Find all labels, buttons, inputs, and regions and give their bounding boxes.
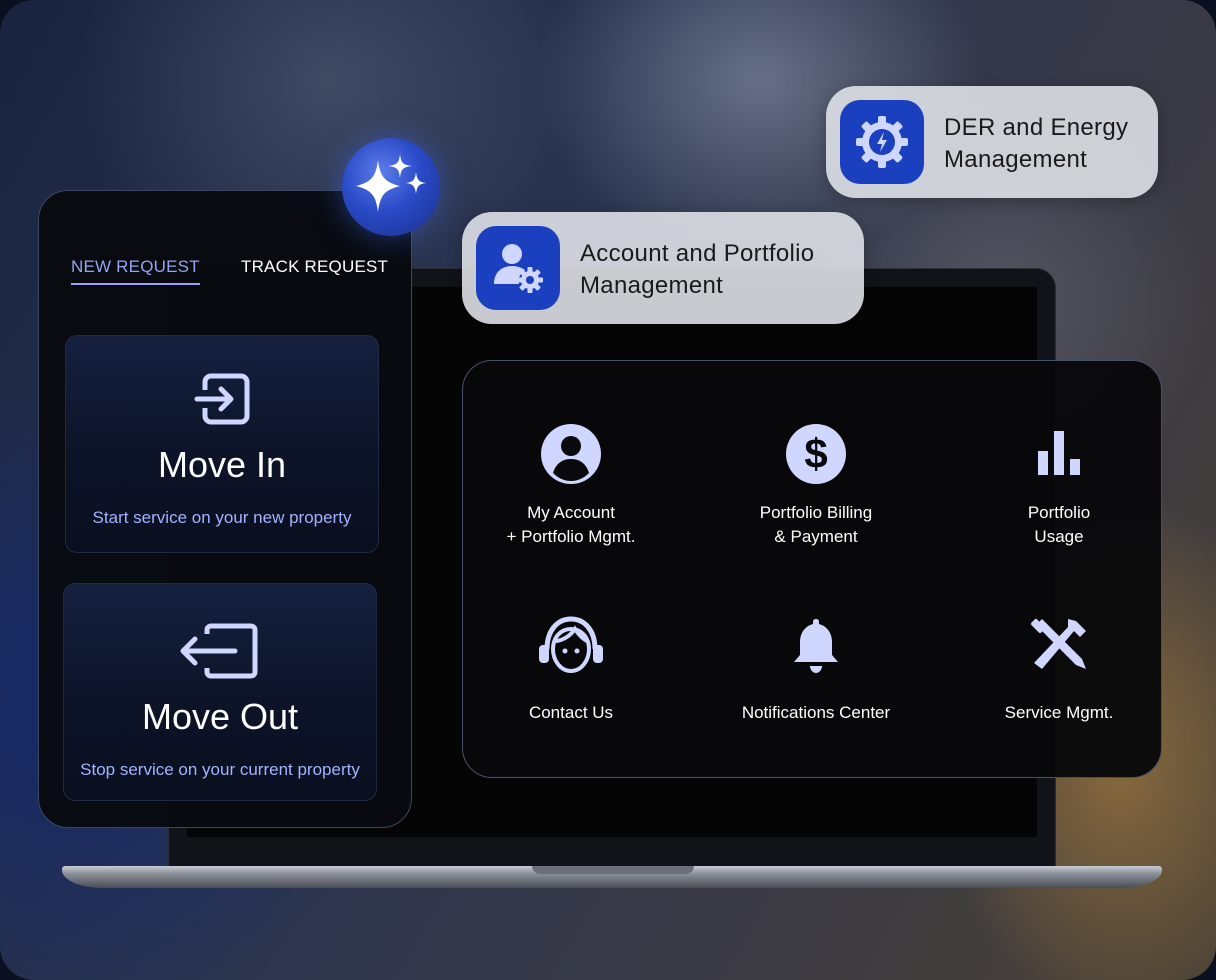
move-out-icon — [180, 623, 258, 679]
user-gear-icon — [476, 226, 560, 310]
menu-item-my-account[interactable]: My Account + Portfolio Mgmt. — [461, 423, 681, 549]
sparkle-icon — [356, 154, 426, 212]
tools-icon — [1031, 619, 1086, 669]
der-energy-label: DER and Energy Management — [944, 112, 1128, 176]
account-portfolio-label: Account and Portfolio Management — [580, 238, 814, 302]
move-in-card[interactable]: Move In Start service on your new proper… — [65, 335, 379, 553]
account-icon — [541, 424, 601, 484]
menu-item-contact-us[interactable]: Contact Us — [461, 615, 681, 725]
services-menu: My Account + Portfolio Mgmt. $ Portfolio… — [462, 360, 1162, 778]
usage-line2: Usage — [1034, 527, 1084, 546]
notifications-label: Notifications Center — [741, 703, 891, 722]
menu-item-label: My Account + Portfolio Mgmt. — [461, 501, 681, 549]
svg-text:$: $ — [804, 430, 827, 477]
headset-icon — [539, 616, 603, 674]
move-out-card[interactable]: Move Out Stop service on your current pr… — [63, 583, 377, 801]
account-portfolio-line2: Management — [580, 272, 724, 299]
move-out-title: Move Out — [141, 696, 299, 737]
laptop-notch — [532, 866, 694, 874]
menu-item-label: Portfolio Usage — [949, 501, 1169, 549]
tab-track-request[interactable]: TRACK REQUEST — [241, 257, 388, 283]
service-mgmt-label: Service Mgmt. — [1004, 703, 1114, 722]
move-in-icon — [194, 373, 250, 425]
dollar-icon: $ — [786, 424, 846, 484]
energy-gear-icon — [840, 100, 924, 184]
my-account-line2: + Portfolio Mgmt. — [506, 527, 636, 546]
phone-panel: NEW REQUEST TRACK REQUEST Move In Start … — [38, 190, 412, 828]
der-energy-pill[interactable]: DER and Energy Management — [826, 86, 1158, 198]
move-out-subtitle: Stop service on your current property — [80, 760, 360, 779]
menu-item-portfolio-billing[interactable]: $ Portfolio Billing & Payment — [706, 423, 926, 549]
account-portfolio-pill[interactable]: Account and Portfolio Management — [462, 212, 864, 324]
menu-item-portfolio-usage[interactable]: Portfolio Usage — [949, 423, 1169, 549]
menu-item-label: Portfolio Billing & Payment — [706, 501, 926, 549]
move-in-subtitle: Start service on your new property — [92, 508, 352, 527]
billing-line1: Portfolio Billing — [759, 503, 873, 522]
my-account-line1: My Account — [527, 503, 615, 522]
der-energy-line1: DER and Energy — [944, 114, 1129, 141]
ai-sparkle-button[interactable] — [342, 138, 440, 236]
bell-icon — [794, 619, 838, 673]
move-in-title: Move In — [157, 444, 287, 485]
tab-new-request[interactable]: NEW REQUEST — [71, 257, 200, 285]
der-energy-line2: Management — [944, 146, 1088, 173]
hero-canvas: NEW REQUEST TRACK REQUEST Move In Start … — [0, 0, 1216, 980]
bar-chart-icon — [1038, 431, 1080, 475]
menu-item-service-mgmt[interactable]: Service Mgmt. — [949, 615, 1169, 725]
contact-us-label: Contact Us — [528, 703, 614, 722]
usage-line1: Portfolio — [1027, 503, 1091, 522]
billing-line2: & Payment — [774, 527, 858, 546]
menu-item-notifications[interactable]: Notifications Center — [706, 615, 926, 725]
account-portfolio-line1: Account and Portfolio — [580, 240, 815, 267]
